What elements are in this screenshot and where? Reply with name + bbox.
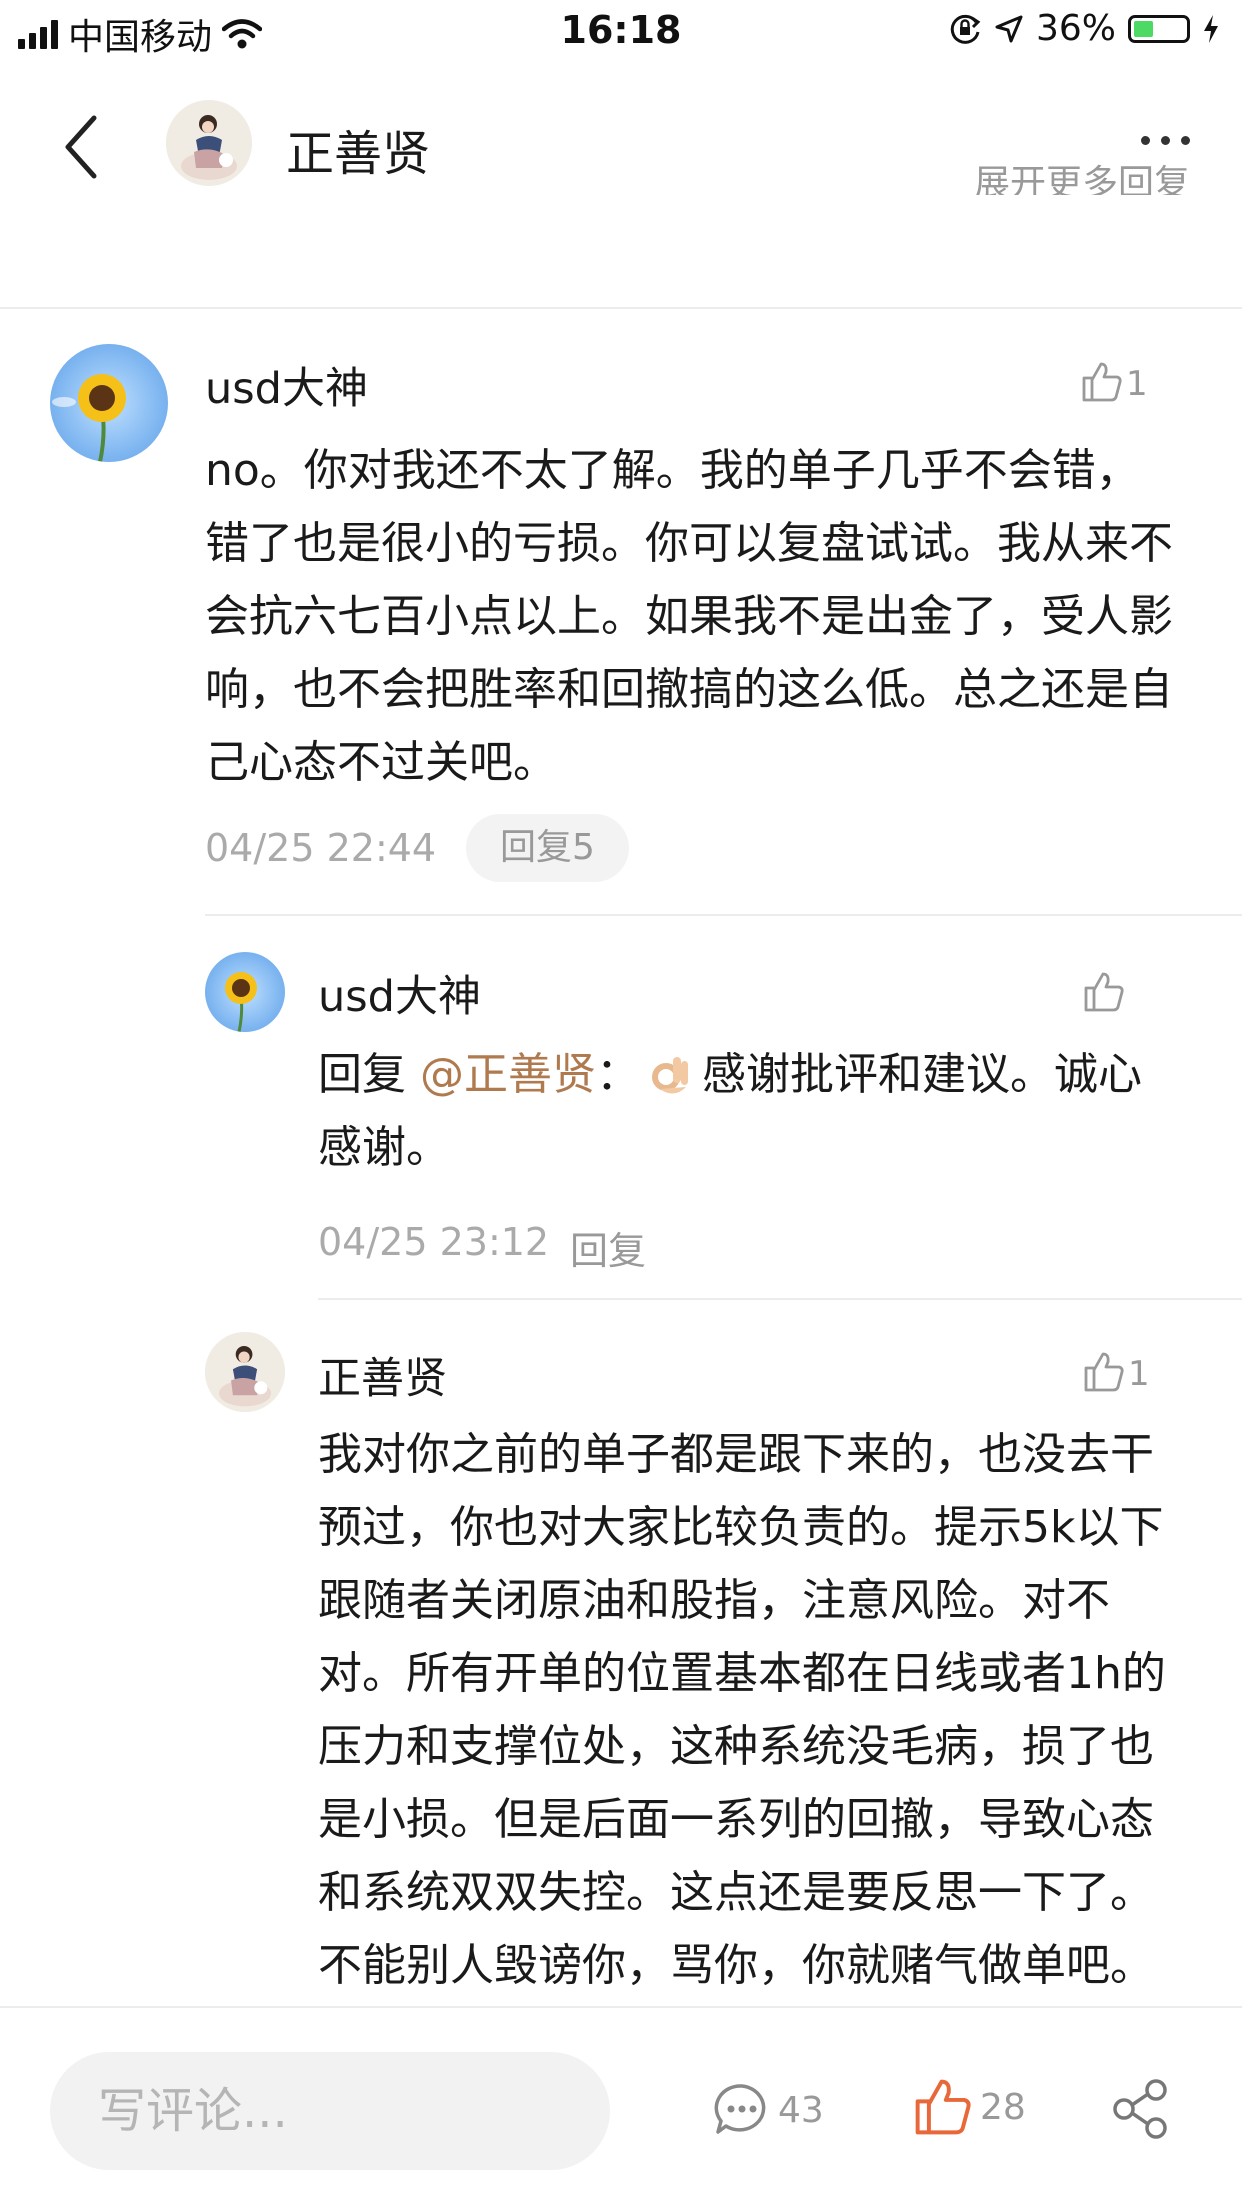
sunflower-avatar-icon (50, 344, 168, 462)
divider (0, 307, 1242, 309)
status-bar: 中国移动 16:18 36% (0, 0, 1242, 62)
divider (205, 914, 1242, 916)
reply-card: 正善贤 1 我对你之前的单子都是跟下来的，也没去干预过，你也对大家比较负责的。提… (0, 1302, 1242, 2002)
more-options-button[interactable] (1141, 136, 1190, 145)
comment-bubble-icon (714, 2084, 766, 2134)
mention-link[interactable]: @正善贤 (420, 1049, 596, 1100)
reply-text: 回复 @正善贤： 感谢批评和建议。诚心感谢。 (318, 1038, 1178, 1184)
reply-like-button[interactable] (1082, 970, 1126, 1014)
comment-author[interactable]: usd大神 (205, 354, 368, 416)
comment-avatar[interactable] (50, 344, 168, 462)
reply-author[interactable]: usd大神 (318, 962, 481, 1024)
reply-prefix: 回复 (318, 1049, 406, 1100)
reply-text: 我对你之前的单子都是跟下来的，也没去干预过，你也对大家比较负责的。提示5k以下跟… (318, 1429, 1166, 1991)
comments-button[interactable]: 43 (712, 2080, 824, 2140)
figure-avatar-icon (205, 1332, 285, 1412)
comment-time: 04/25 22:44 (205, 826, 437, 870)
more-dots-icon (1141, 136, 1150, 145)
ok-hand-emoji-icon (652, 1057, 688, 1094)
nav-bar: 正善贤 (0, 62, 1242, 222)
reply-colon: ： (596, 1049, 640, 1100)
comment-count: 43 (778, 2089, 824, 2131)
battery-percent: 36% (1035, 8, 1116, 49)
comment-card: usd大神 1 no。你对我还不太了解。我的单子几乎不会错，错了也是很小的亏损。… (0, 310, 1242, 910)
expand-more-replies[interactable]: 展开更多回复 (974, 155, 1190, 195)
figure-avatar-icon (166, 100, 252, 186)
reply-avatar[interactable] (205, 952, 285, 1032)
divider (318, 1298, 1242, 1300)
nav-avatar[interactable] (166, 100, 252, 186)
battery-icon (1128, 14, 1190, 43)
back-button[interactable] (58, 112, 108, 182)
share-icon[interactable] (1110, 2078, 1170, 2140)
charging-icon (1204, 14, 1218, 43)
reply-like-count: 1 (1128, 1354, 1150, 1394)
comment-text: no。你对我还不太了解。我的单子几乎不会错，错了也是很小的亏损。你可以复盘试试。… (205, 445, 1173, 788)
reply-author[interactable]: 正善贤 (318, 1344, 447, 1406)
reply-time: 04/25 23:12 (318, 1220, 550, 1264)
comment-reply-button[interactable]: 回复5 (466, 814, 629, 882)
thumbs-up-icon (1084, 1352, 1124, 1392)
comment-like-count: 1 (1126, 364, 1148, 404)
sunflower-avatar-icon (205, 952, 285, 1032)
bottom-bar: 写评论... 43 28 (0, 2006, 1242, 2210)
reply-reply-button[interactable]: 回复 (570, 1220, 646, 1275)
like-button[interactable]: 28 (912, 2076, 1026, 2138)
comment-input[interactable]: 写评论... (50, 2052, 610, 2170)
comment-like-button[interactable]: 1 (1080, 360, 1148, 404)
orientation-lock-icon (950, 14, 981, 44)
like-count: 28 (980, 2086, 1026, 2128)
reply-avatar[interactable] (205, 1332, 285, 1412)
nav-title: 正善贤 (286, 126, 431, 182)
status-right: 36% (948, 8, 1220, 49)
thumbs-up-icon (1082, 362, 1122, 402)
reply-card: usd大神 回复 @正善贤： 感谢批评和建议。诚心感谢。 04/25 23:12… (0, 918, 1242, 1298)
thumbs-up-icon (1084, 972, 1124, 1012)
location-icon (995, 15, 1023, 42)
reply-like-button[interactable]: 1 (1082, 1350, 1150, 1394)
thumbs-up-icon (915, 2079, 971, 2135)
